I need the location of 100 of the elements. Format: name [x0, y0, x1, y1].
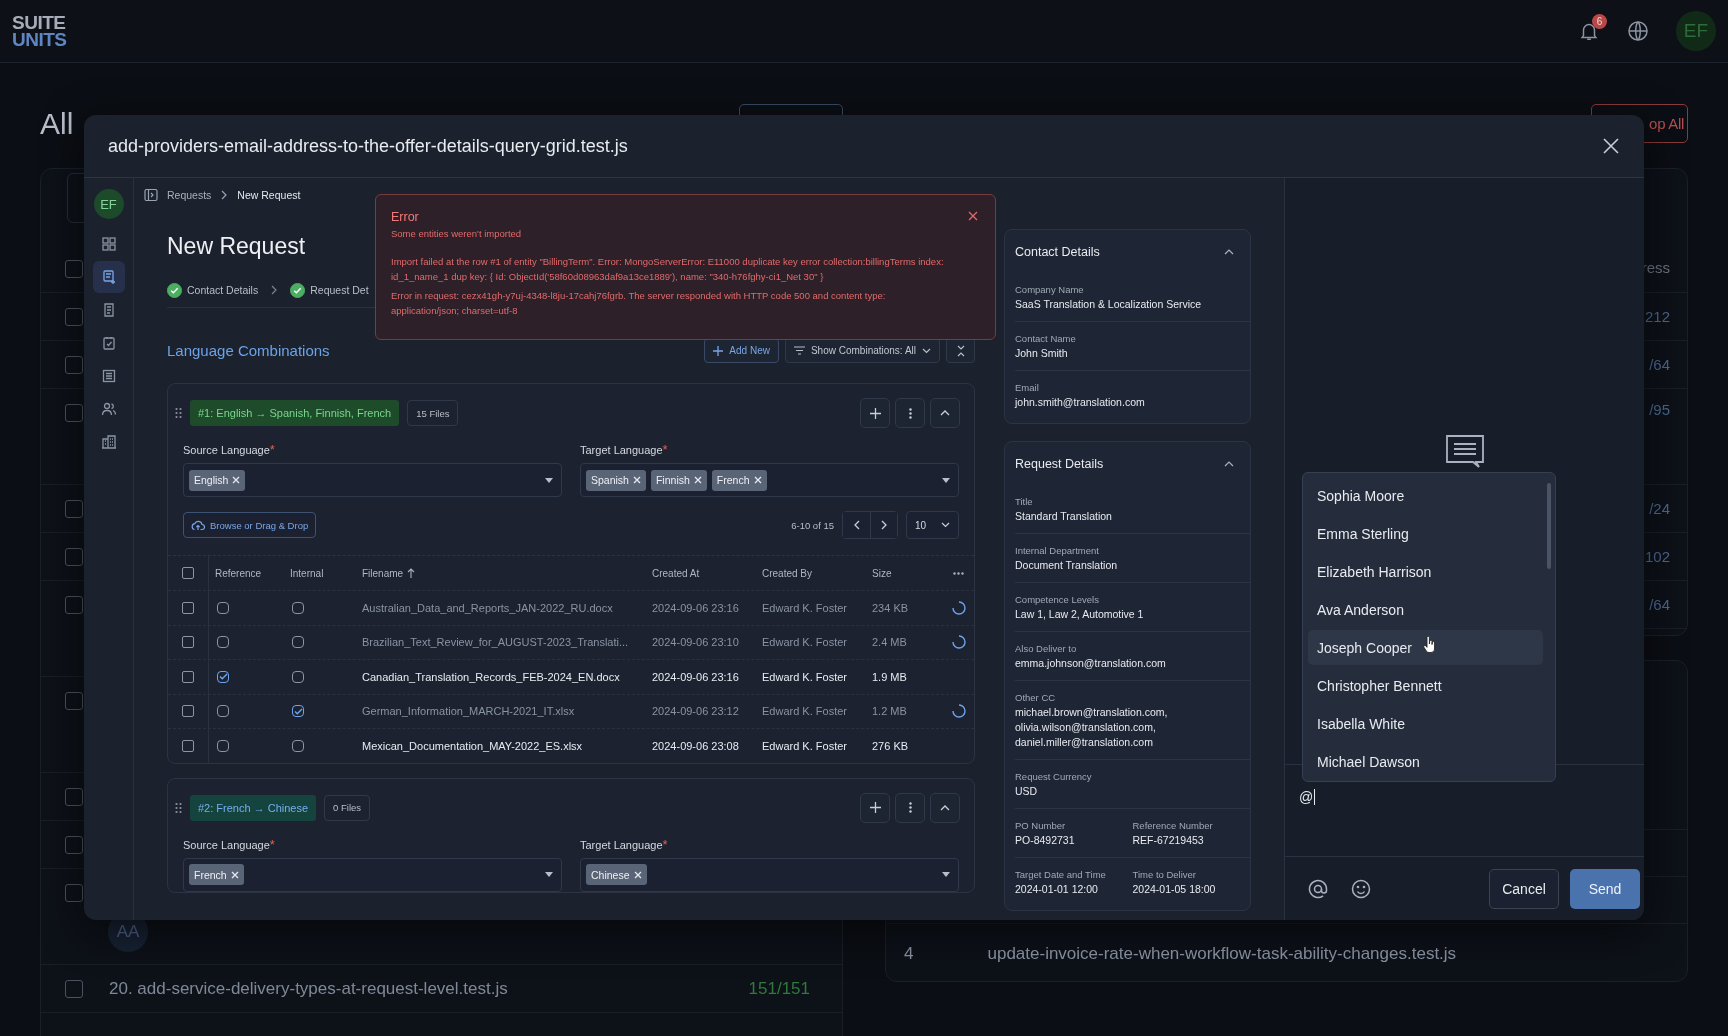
internal-checkbox[interactable] [292, 705, 304, 718]
mention-option[interactable]: Elizabeth Harrison [1308, 554, 1543, 589]
collapse-all-button[interactable] [946, 338, 975, 363]
close-icon[interactable] [1602, 137, 1620, 155]
mention-option[interactable]: Isabella White [1308, 706, 1543, 741]
filename-cell-text: Brazilian_Text_Review_for_AUGUST-2023_Translati... [361, 635, 630, 651]
date-cell-text: 2024-09-06 23:16 [651, 600, 740, 616]
language-chip[interactable]: Chinese [586, 864, 647, 885]
row-checkbox[interactable] [65, 500, 83, 518]
column-header[interactable]: Created By [762, 567, 813, 579]
add-button[interactable] [860, 398, 890, 428]
reference-checkbox[interactable] [217, 705, 229, 718]
target-language-select[interactable]: Chinese [580, 857, 959, 892]
card-title: Contact Details [1015, 244, 1100, 259]
row-checkbox[interactable] [65, 548, 83, 566]
reference-checkbox[interactable] [217, 636, 229, 649]
reference-checkbox[interactable] [217, 670, 229, 683]
row-checkbox[interactable] [65, 404, 83, 422]
column-header[interactable]: Size [872, 567, 892, 579]
column-header[interactable]: Created At [652, 567, 700, 579]
internal-checkbox[interactable] [292, 739, 304, 752]
language-chip[interactable]: Spanish [586, 469, 646, 491]
mention-option[interactable]: Ava Anderson [1308, 592, 1543, 627]
caret-icon [942, 477, 950, 483]
row-checkbox[interactable] [182, 739, 194, 752]
row-checkbox[interactable] [65, 788, 83, 806]
add-button[interactable] [860, 792, 890, 823]
internal-checkbox[interactable] [292, 670, 304, 683]
language-chip[interactable]: French [711, 469, 767, 491]
row-checkbox[interactable] [65, 884, 83, 902]
language-chip[interactable]: Finnish [650, 469, 707, 491]
row-checkbox[interactable] [182, 705, 194, 718]
date-cell-text: 2024-09-06 23:10 [651, 635, 740, 651]
mention-option[interactable]: Joseph Cooper [1308, 630, 1543, 665]
drag-handle-icon[interactable] [175, 407, 182, 419]
field-label: Source Language* [183, 442, 276, 457]
step-item[interactable]: Contact Details [167, 282, 259, 298]
upload-button[interactable]: Browse or Drag & Drop [183, 512, 317, 538]
target-language-select[interactable]: Spanish Finnish French [580, 463, 959, 497]
row-checkbox[interactable] [182, 670, 194, 683]
language-chip[interactable]: French [189, 864, 244, 885]
filter-dropdown[interactable]: Show Combinations: All [784, 338, 940, 363]
column-header[interactable]: Internal [290, 567, 324, 579]
page-size-select[interactable]: 10 [906, 511, 959, 539]
column-header[interactable]: Filename [362, 567, 404, 579]
comment-input[interactable]: @ [1299, 789, 1316, 805]
more-icon[interactable] [953, 571, 964, 575]
breadcrumb-link[interactable]: New Request [237, 189, 301, 201]
mention-option[interactable]: Emma Sterling [1308, 516, 1543, 551]
reference-checkbox[interactable] [217, 739, 229, 752]
row-checkbox[interactable] [65, 308, 83, 326]
date-cell-text: 2024-09-06 23:16 [651, 669, 740, 685]
emoji-icon[interactable] [1351, 878, 1371, 899]
section-title: Language Combinations [167, 342, 330, 359]
row-checkbox[interactable] [65, 836, 83, 854]
row-checkbox[interactable] [65, 356, 83, 374]
internal-checkbox[interactable] [292, 636, 304, 649]
chevron-right-icon [220, 190, 229, 200]
column-header[interactable]: Reference [215, 567, 262, 579]
filename-cell-text: Australian_Data_and_Reports_JAN-2022_RU.docx [361, 600, 614, 616]
internal-checkbox[interactable] [292, 601, 304, 614]
source-language-select[interactable]: French [183, 857, 562, 892]
select-all-checkbox[interactable] [182, 567, 194, 579]
progress-value: /24 [1649, 500, 1670, 517]
mention-option[interactable]: Christopher Bennett [1308, 668, 1543, 703]
reference-checkbox[interactable] [217, 601, 229, 614]
author-cell-text: Edward K. Foster [761, 704, 848, 720]
collapse-button[interactable] [930, 792, 960, 823]
send-button[interactable]: Send [1570, 868, 1640, 909]
mention-option[interactable]: Michael Dawson [1308, 744, 1543, 779]
chevron-up-icon[interactable] [1224, 248, 1234, 255]
row-checkbox[interactable] [65, 596, 83, 614]
breadcrumb-link[interactable]: Requests [167, 189, 212, 201]
user-avatar[interactable]: EF [93, 189, 124, 219]
add-new-button[interactable]: Add New [704, 338, 779, 363]
cancel-button[interactable]: Cancel [1489, 868, 1559, 909]
plus-icon [869, 802, 881, 813]
date-cell-text: 2024-09-06 23:12 [651, 704, 740, 720]
field-label: Title [1015, 495, 1034, 509]
mention-icon[interactable] [1308, 878, 1328, 899]
close-icon[interactable] [968, 211, 978, 221]
step-item[interactable]: Request Det [290, 282, 369, 298]
row-checkbox[interactable] [65, 979, 83, 998]
drag-handle-icon[interactable] [175, 801, 182, 814]
globe-icon[interactable] [1626, 19, 1650, 43]
row-checkbox[interactable] [182, 636, 194, 649]
row-checkbox[interactable] [65, 260, 83, 278]
source-language-select[interactable]: English [183, 463, 562, 497]
row-checkbox[interactable] [65, 692, 83, 710]
next-page-button[interactable] [870, 512, 897, 538]
new-request-icon[interactable] [92, 261, 125, 293]
collapse-button[interactable] [930, 398, 960, 428]
error-title: Error [391, 209, 420, 226]
chevron-up-icon[interactable] [1224, 460, 1234, 467]
mention-option[interactable]: Sophia Moore [1308, 478, 1543, 513]
row-checkbox[interactable] [182, 601, 194, 614]
field-value: daniel.miller@translation.com [1015, 735, 1154, 750]
language-chip[interactable]: English [189, 469, 246, 491]
sidebar-toggle-icon[interactable] [144, 188, 158, 202]
scrollbar[interactable] [1547, 483, 1551, 569]
